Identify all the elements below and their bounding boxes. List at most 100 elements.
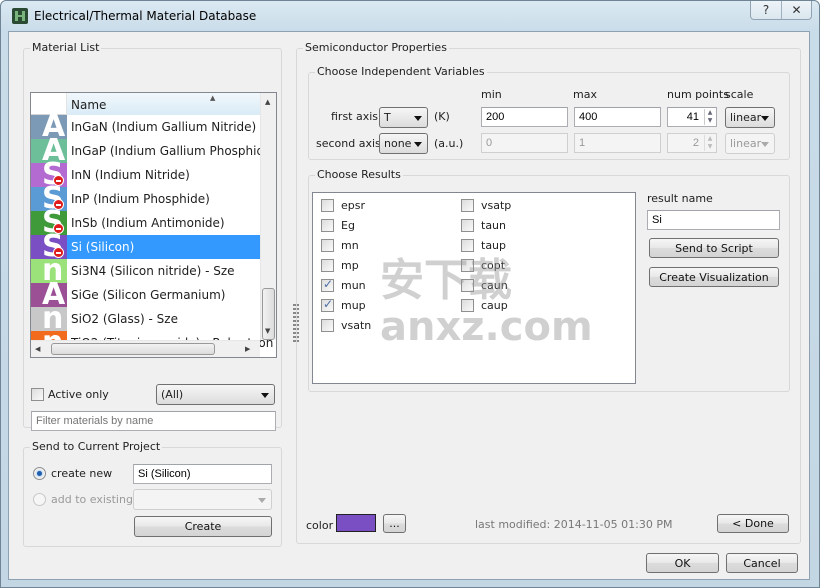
horizontal-scroll-thumb[interactable] xyxy=(51,343,215,355)
material-name: InP (Indium Phosphide) xyxy=(71,192,210,206)
last-modified-text: last modified: 2014-11-05 01:30 PM xyxy=(475,518,673,531)
result-checkbox-mp[interactable] xyxy=(321,259,334,272)
material-row[interactable]: A InGaP (Indium Gallium Phosphide) xyxy=(31,133,276,168)
active-only-checkbox[interactable] xyxy=(31,388,44,401)
result-name-input[interactable] xyxy=(647,210,780,230)
name-column-header[interactable]: Name ▲ xyxy=(67,93,260,115)
material-row[interactable]: S InP (Indium Phosphide) xyxy=(31,181,260,216)
second-axis-max-input[interactable] xyxy=(574,133,661,153)
material-list-title: Material List xyxy=(30,41,102,54)
result-label: mp xyxy=(341,259,359,272)
result-label: mun xyxy=(341,279,366,292)
create-visualization-button[interactable]: Create Visualization xyxy=(649,267,779,287)
choose-results-title: Choose Results xyxy=(315,168,403,181)
first-axis-max-input[interactable] xyxy=(574,107,661,127)
dialog-client: Material List ◀ Name ▲ AInGaN (Indium Gal… xyxy=(8,31,810,580)
result-label: vsatp xyxy=(481,199,512,212)
color-picker-button[interactable]: ... xyxy=(383,514,406,533)
scale-column-label: scale xyxy=(725,88,754,101)
scroll-right-icon[interactable]: ▶ xyxy=(245,345,250,353)
material-row[interactable]: n SiO2 (Glass) - Sze xyxy=(31,301,260,336)
first-axis-scale-select[interactable]: linear xyxy=(725,107,775,128)
sort-ascending-icon: ▲ xyxy=(210,94,216,102)
second-axis-unit: (a.u.) xyxy=(434,137,464,150)
ok-button[interactable]: OK xyxy=(646,553,719,573)
num-points-column-label: num points xyxy=(667,88,729,101)
create-new-radio[interactable] xyxy=(33,467,46,480)
app-icon xyxy=(12,8,28,24)
result-label: Eg xyxy=(341,219,355,232)
material-row[interactable]: S InN (Indium Nitride) xyxy=(31,157,260,192)
material-row[interactable]: A InGaN (Indium Gallium Nitride) xyxy=(31,109,260,144)
result-label: epsr xyxy=(341,199,366,212)
result-checkbox-mup[interactable] xyxy=(321,297,334,312)
material-row[interactable]: S Si (Silicon) xyxy=(31,229,260,264)
result-checkbox-vsatp[interactable] xyxy=(461,199,474,212)
independent-variables-title: Choose Independent Variables xyxy=(315,65,487,78)
result-label: caun xyxy=(481,279,508,292)
first-axis-points-spin-arrows[interactable]: ▲ ▼ xyxy=(704,109,715,125)
material-row[interactable]: n Si3N4 (Silicon nitride) - Sze xyxy=(31,253,260,288)
result-checkbox-mn[interactable] xyxy=(321,239,334,252)
second-axis-scale-select[interactable]: linear xyxy=(725,133,775,154)
material-name: InGaP (Indium Gallium Phosphide) xyxy=(71,144,277,158)
material-name: SiO2 (Glass) - Sze xyxy=(71,312,178,326)
second-axis-points-spin-arrows[interactable]: ▲ ▼ xyxy=(704,135,715,151)
scroll-up-icon[interactable]: ▲ xyxy=(265,98,270,106)
result-label: vsatn xyxy=(341,319,372,332)
result-label: mn xyxy=(341,239,359,252)
color-swatch[interactable] xyxy=(336,514,376,532)
result-checkbox-caun[interactable] xyxy=(461,279,474,292)
category-value: (All) xyxy=(161,388,184,401)
first-axis-min-input[interactable] xyxy=(481,107,568,127)
result-label: copt xyxy=(481,259,506,272)
material-rows: A InGaN (Indium Gallium Nitride) A InGaP (I… xyxy=(31,109,276,357)
material-name: InN (Indium Nitride) xyxy=(71,168,190,182)
vertical-scrollbar[interactable]: ▲ ▼ xyxy=(260,93,276,340)
send-to-script-button[interactable]: Send to Script xyxy=(649,238,779,258)
first-axis-unit: (K) xyxy=(434,110,450,123)
scroll-down-icon[interactable]: ▼ xyxy=(265,327,270,335)
first-axis-variable-select[interactable]: T xyxy=(379,107,428,128)
create-new-name-input[interactable] xyxy=(133,464,272,484)
close-button[interactable]: ✕ xyxy=(781,1,811,19)
result-checkbox-Eg[interactable] xyxy=(321,219,334,232)
semiconductor-properties-title: Semiconductor Properties xyxy=(303,41,449,54)
material-name: SiGe (Silicon Germanium) xyxy=(71,288,226,302)
help-button[interactable]: ? xyxy=(751,1,781,19)
filter-input[interactable] xyxy=(31,411,276,431)
material-name: Si3N4 (Silicon nitride) - Sze xyxy=(71,264,235,278)
first-axis-label: first axis xyxy=(331,110,379,123)
add-existing-label: add to existing xyxy=(51,493,133,506)
result-checkbox-epsr[interactable] xyxy=(321,199,334,212)
material-row[interactable]: S InSb (Indium Antimonide) xyxy=(31,205,260,240)
material-name: Si (Silicon) xyxy=(71,240,135,254)
result-checkbox-taun[interactable] xyxy=(461,219,474,232)
add-existing-radio[interactable] xyxy=(33,493,46,506)
first-axis-variable-value: T xyxy=(384,111,391,124)
result-checkbox-copt[interactable] xyxy=(461,259,474,272)
result-label: mup xyxy=(341,299,366,312)
window-title: Electrical/Thermal Material Database xyxy=(34,9,257,23)
send-to-project-title: Send to Current Project xyxy=(30,440,163,453)
scroll-left-icon[interactable]: ◀ xyxy=(35,345,40,353)
existing-material-select[interactable] xyxy=(133,489,272,510)
second-axis-variable-select[interactable]: none xyxy=(379,133,428,154)
second-axis-min-input[interactable] xyxy=(481,133,568,153)
result-checkbox-taup[interactable] xyxy=(461,239,474,252)
max-column-label: max xyxy=(573,88,597,101)
second-axis-scale-value: linear xyxy=(730,137,762,150)
color-label: color xyxy=(306,519,334,532)
cancel-button[interactable]: Cancel xyxy=(726,553,798,573)
result-label: caup xyxy=(481,299,508,312)
result-checkbox-mun[interactable] xyxy=(321,277,334,292)
material-list[interactable]: Name ▲ A InGaN (Indium Gallium Nitride) A In… xyxy=(30,92,277,358)
done-button[interactable]: < Done xyxy=(717,514,789,533)
second-axis-label: second axis xyxy=(316,137,381,150)
result-checkbox-caup[interactable] xyxy=(461,299,474,312)
create-button[interactable]: Create xyxy=(134,516,272,537)
result-checkbox-vsatn[interactable] xyxy=(321,319,334,332)
material-row[interactable]: A SiGe (Silicon Germanium) xyxy=(31,277,260,312)
category-select[interactable]: (All) xyxy=(156,384,275,405)
horizontal-scrollbar[interactable]: ◀ ▶ xyxy=(31,340,260,357)
